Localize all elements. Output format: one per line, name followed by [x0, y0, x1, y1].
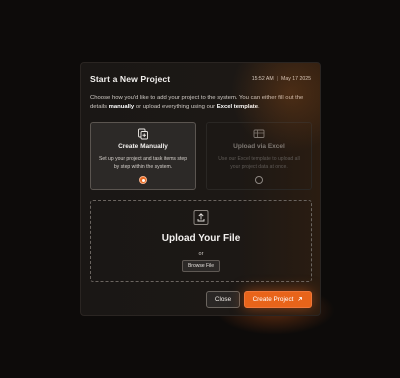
dialog-title: Start a New Project — [90, 74, 171, 84]
browse-file-button[interactable]: Browse File — [182, 260, 220, 272]
option-upload-via-excel[interactable]: Upload via Excel Use our Excel template … — [206, 122, 312, 190]
create-project-label: Create Project — [252, 296, 294, 303]
upload-title: Upload Your File — [161, 233, 241, 244]
intro-text-2: or upload everything using our — [134, 104, 217, 111]
file-dropzone[interactable]: Upload Your File or Browse File — [90, 200, 312, 282]
option-description: Use our Excel template to upload all you… — [218, 156, 300, 170]
create-project-button[interactable]: Create Project — [244, 291, 312, 308]
option-title: Upload via Excel — [233, 143, 285, 150]
new-project-dialog: Start a New Project 15:52 AM | May 17 2025… — [80, 62, 321, 316]
upload-icon — [193, 210, 209, 225]
radio-unselected[interactable] — [255, 176, 263, 184]
date-text: May 17 2025 — [281, 76, 311, 82]
document-add-icon — [138, 128, 148, 140]
close-button[interactable]: Close — [206, 291, 240, 308]
time-text: 15:52 AM — [251, 76, 274, 82]
dialog-datetime: 15:52 AM | May 17 2025 — [252, 76, 311, 82]
arrow-up-right-icon — [298, 297, 303, 302]
dialog-intro: Choose how you'd like to add your projec… — [90, 94, 312, 113]
option-description: Set up your project and task items step … — [98, 156, 188, 170]
intro-bold-excel-template: Excel template — [216, 104, 259, 111]
option-create-manually[interactable]: Create Manually Set up your project and … — [90, 122, 196, 190]
radio-selected[interactable] — [139, 176, 147, 184]
spreadsheet-icon — [253, 129, 265, 138]
upload-or-text: or — [198, 251, 204, 257]
intro-bold-manually: manually — [108, 104, 135, 111]
intro-text-3: . — [258, 104, 260, 111]
option-title: Create Manually — [118, 143, 168, 150]
datetime-separator: | — [276, 76, 278, 82]
screen: Start a New Project 15:52 AM | May 17 2025… — [0, 0, 400, 378]
